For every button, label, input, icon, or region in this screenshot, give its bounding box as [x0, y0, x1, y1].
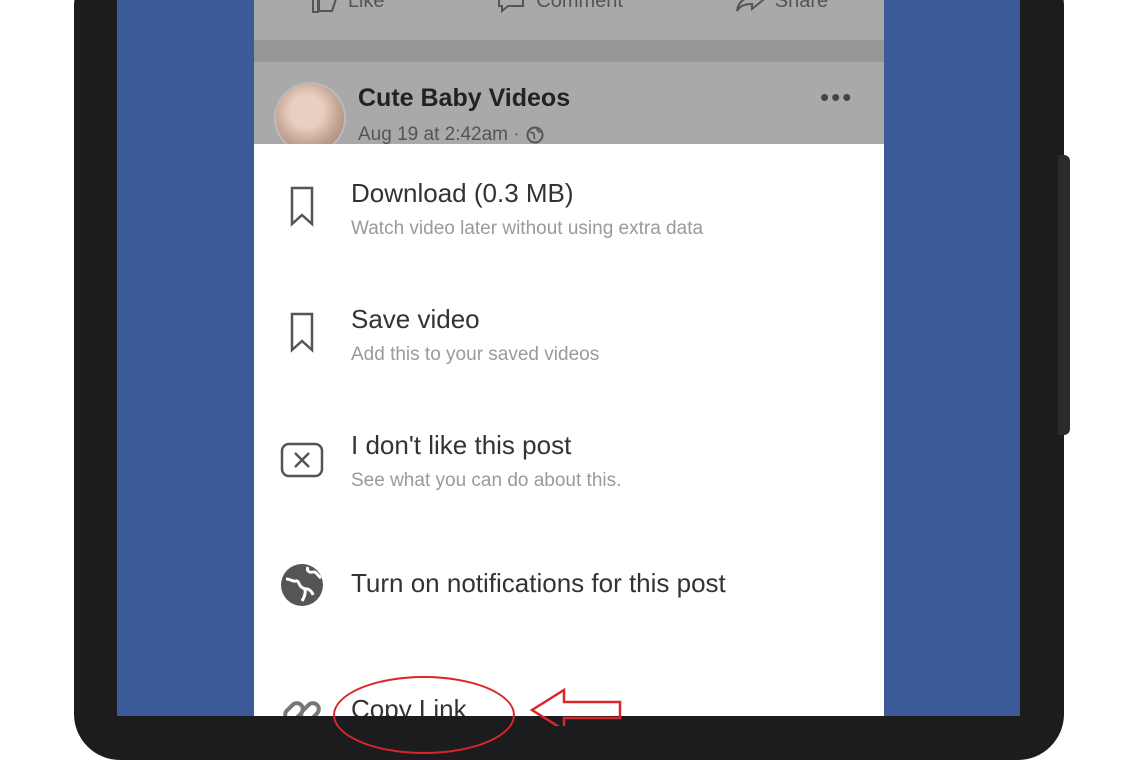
- menu-item-label: Download (0.3 MB): [351, 178, 574, 208]
- close-box-icon: [280, 442, 324, 478]
- more-options-button[interactable]: •••: [820, 82, 853, 113]
- link-icon: [283, 701, 321, 716]
- post-options-menu: Download (0.3 MB) Watch video later with…: [254, 144, 884, 716]
- bookmark-icon: [290, 186, 314, 227]
- post-action-bar: Like Comment Share: [254, 0, 884, 40]
- menu-item-subtitle: Watch video later without using extra da…: [351, 218, 704, 239]
- menu-item-save-video[interactable]: Save video Add this to your saved videos: [254, 298, 884, 398]
- share-icon: [735, 0, 765, 12]
- feed-separator: [254, 40, 884, 62]
- menu-item-label: Turn on notifications for this post: [351, 568, 726, 598]
- menu-item-download[interactable]: Download (0.3 MB) Watch video later with…: [254, 172, 884, 272]
- menu-item-subtitle: Add this to your saved videos: [351, 344, 600, 365]
- like-button[interactable]: Like: [310, 0, 385, 14]
- post-timestamp: Aug 19 at 2:42am ·: [358, 124, 520, 145]
- annotation-arrow-icon: [530, 687, 622, 726]
- globe-icon: [526, 126, 544, 144]
- phone-screen: Like Comment Share Cute Baby Videos Aug …: [117, 0, 1020, 716]
- globe-icon: [281, 564, 323, 606]
- menu-item-subtitle: See what you can do about this.: [351, 470, 622, 491]
- menu-item-hide-post[interactable]: I don't like this post See what you can …: [254, 424, 884, 524]
- phone-side-button: [1058, 155, 1070, 435]
- annotation-circle: [333, 676, 515, 754]
- comment-label: Comment: [536, 0, 623, 12]
- like-label: Like: [347, 0, 385, 12]
- thumbs-up-icon: [311, 0, 337, 13]
- share-button[interactable]: Share: [735, 0, 828, 14]
- bookmark-icon: [290, 312, 314, 353]
- menu-item-notifications[interactable]: Turn on notifications for this post: [254, 560, 884, 660]
- facebook-feed: Like Comment Share Cute Baby Videos Aug …: [254, 0, 884, 716]
- comment-icon: [498, 0, 525, 14]
- post-header: Cute Baby Videos Aug 19 at 2:42am · •••: [254, 62, 884, 154]
- page-title[interactable]: Cute Baby Videos: [358, 84, 570, 113]
- post-meta: Aug 19 at 2:42am ·: [358, 124, 544, 146]
- comment-button[interactable]: Comment: [496, 0, 623, 14]
- menu-item-label: I don't like this post: [351, 430, 572, 460]
- share-label: Share: [774, 0, 829, 12]
- menu-item-label: Save video: [351, 304, 480, 334]
